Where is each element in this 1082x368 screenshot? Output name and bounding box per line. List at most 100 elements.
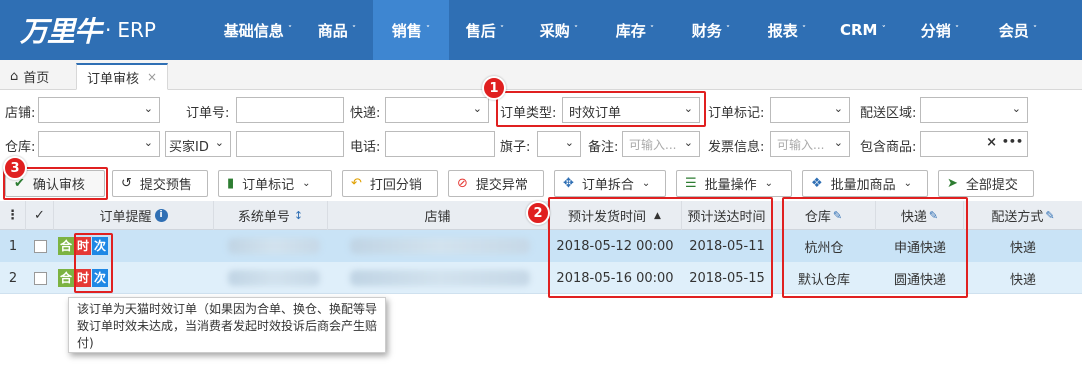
button-label: 打回分销 <box>369 178 422 193</box>
main-nav: 基础信息 ˅ 商品 ˅ 销售 ˅ 售后 ˅ 采购 ˅ 库存 ˅ 财务 ˅ 报表 ˅ CRM ˅ 分… <box>215 0 1057 60</box>
nav-item-finance[interactable]: 财务 ˅ <box>673 0 749 60</box>
row-checkbox[interactable] <box>26 230 54 262</box>
back-distribution-button[interactable]: ↶ 打回分销 <box>342 170 438 197</box>
nav-label: CRM <box>840 21 878 39</box>
split-merge-button[interactable]: ✥ 订单拆合 ⌄ <box>554 170 666 197</box>
remark-select[interactable]: 可输入... ⌄ <box>622 131 700 157</box>
more-icon[interactable]: ••• <box>1002 135 1023 148</box>
invoice-select[interactable]: 可输入... ⌄ <box>770 131 850 157</box>
remark-placeholder: 可输入... <box>629 138 677 152</box>
nav-item-sales[interactable]: 销售 ˅ <box>373 0 449 60</box>
chevron-down-icon: ⌄ <box>683 136 693 149</box>
buyer-id-input[interactable] <box>236 131 344 157</box>
nav-label: 会员 <box>998 21 1029 40</box>
annotation-badge-3: 3 <box>3 156 27 180</box>
delivery-cell: 快递 <box>1009 240 1036 256</box>
nav-item-distribution[interactable]: 分销 ˅ <box>901 0 979 60</box>
select-all-checkbox[interactable]: ✓ <box>26 201 54 230</box>
undo-icon: ↺ <box>121 176 132 191</box>
timely-order-tooltip: 该订单为天猫时效订单（如果因为合单、换仓、换配等导致订单时效未达成，当消费者发起… <box>68 297 386 353</box>
chevron-down-icon: ⌄ <box>641 178 651 189</box>
button-label: 订单拆合 <box>581 178 634 193</box>
annotation-badge-1: 1 <box>482 76 506 100</box>
express-label: 快递: <box>350 106 381 121</box>
column-menu-icon[interactable]: ⋮ <box>0 201 26 230</box>
express-select[interactable]: ⌄ <box>385 97 489 123</box>
chevron-down-icon: ⌄ <box>214 136 224 149</box>
pencil-icon[interactable]: ✎ <box>1045 209 1054 222</box>
chevron-down-icon: ⌄ <box>302 178 311 189</box>
buyer-id-value: 买家ID <box>169 140 209 155</box>
header-shop[interactable]: 店铺 <box>328 201 548 230</box>
chevron-down-icon: ˅ <box>287 25 293 35</box>
flag-select[interactable]: ⌄ <box>537 131 581 157</box>
submit-presale-button[interactable]: ↺ 提交预售 <box>112 170 208 197</box>
sort-icon[interactable]: ↕ <box>294 209 303 222</box>
highlight-badges <box>74 233 113 293</box>
order-no-label: 订单号: <box>186 106 230 121</box>
nav-item-inventory[interactable]: 库存 ˅ <box>597 0 673 60</box>
home-icon: ⌂ <box>10 69 19 84</box>
shop-select[interactable]: ⌄ <box>38 97 160 123</box>
order-no-input[interactable] <box>236 97 344 123</box>
header-delivery[interactable]: 配送方式 ✎ <box>964 201 1082 230</box>
remark-label: 备注: <box>588 140 619 155</box>
tab-label: 首页 <box>23 71 50 86</box>
clear-icon[interactable]: × <box>986 135 997 150</box>
button-label: 订单标记 <box>242 178 295 193</box>
chevron-down-icon: ˅ <box>425 25 431 35</box>
batch-operations-button[interactable]: ☰ 批量操作 ⌄ <box>676 170 792 197</box>
cubes-icon: ❖ <box>811 176 823 191</box>
redacted-sys-no <box>228 238 320 254</box>
buyer-id-select[interactable]: 买家ID ⌄ <box>165 131 231 157</box>
redacted-sys-no <box>228 270 320 286</box>
chevron-down-icon: ˅ <box>1032 25 1038 35</box>
chevron-down-icon: ⌄ <box>1011 102 1021 115</box>
chevron-down-icon: ⌄ <box>143 136 153 149</box>
row-index: 2 <box>8 270 18 286</box>
tab-order-review[interactable]: 订单审核 × <box>76 63 169 90</box>
contains-input[interactable]: × ••• <box>920 131 1028 157</box>
chevron-down-icon: ˅ <box>649 25 655 35</box>
redacted-shop <box>350 270 530 286</box>
nav-item-purchase[interactable]: 采购 ˅ <box>521 0 597 60</box>
chevron-down-icon: ⌄ <box>833 136 843 149</box>
nav-label: 基础信息 <box>223 21 284 40</box>
chevron-down-icon: ⌄ <box>143 102 153 115</box>
shop-label: 店铺: <box>5 106 36 121</box>
region-select[interactable]: ⌄ <box>920 97 1028 123</box>
nav-item-after-sales[interactable]: 售后 ˅ <box>449 0 521 60</box>
submit-all-button[interactable]: ➤ 全部提交 <box>938 170 1034 197</box>
order-mark-label: 订单标记: <box>708 106 765 121</box>
row-checkbox[interactable] <box>26 262 54 294</box>
chevron-down-icon: ˅ <box>954 25 960 35</box>
order-mark-button[interactable]: ▮ 订单标记 ⌄ <box>218 170 332 197</box>
bookmark-icon: ▮ <box>227 176 235 191</box>
tab-label: 订单审核 <box>87 71 140 87</box>
logo[interactable]: 万里牛 · ERP <box>20 10 156 50</box>
order-mark-select[interactable]: ⌄ <box>770 97 850 123</box>
nav-item-goods[interactable]: 商品 ˅ <box>301 0 373 60</box>
ban-icon: ⊘ <box>457 176 468 191</box>
header-label: 订单提醒 <box>99 210 152 225</box>
invoice-placeholder: 可输入... <box>777 138 825 152</box>
merge-badge: 合 <box>58 269 74 287</box>
tab-home[interactable]: ⌂ 首页 <box>0 63 59 90</box>
nav-item-reports[interactable]: 报表 ˅ <box>749 0 825 60</box>
batch-add-goods-button[interactable]: ❖ 批量加商品 ⌄ <box>802 170 928 197</box>
header-sys-no[interactable]: 系统单号 ↕ <box>214 201 328 230</box>
warehouse-select[interactable]: ⌄ <box>38 131 160 157</box>
header-label: 配送方式 <box>991 210 1044 225</box>
nav-item-basic-info[interactable]: 基础信息 ˅ <box>215 0 301 60</box>
header-reminder[interactable]: 订单提醒 i <box>54 201 214 230</box>
contains-label: 包含商品: <box>860 140 917 155</box>
nav-item-members[interactable]: 会员 ˅ <box>979 0 1057 60</box>
info-icon[interactable]: i <box>154 209 168 222</box>
highlight-order-type <box>496 91 706 127</box>
submit-exception-button[interactable]: ⊘ 提交异常 <box>448 170 544 197</box>
nav-item-crm[interactable]: CRM ˅ <box>825 0 901 60</box>
chevron-down-icon: ⌄ <box>472 102 482 115</box>
close-icon[interactable]: × <box>147 70 157 84</box>
phone-input[interactable] <box>385 131 495 157</box>
chevron-down-icon: ˅ <box>725 25 731 35</box>
